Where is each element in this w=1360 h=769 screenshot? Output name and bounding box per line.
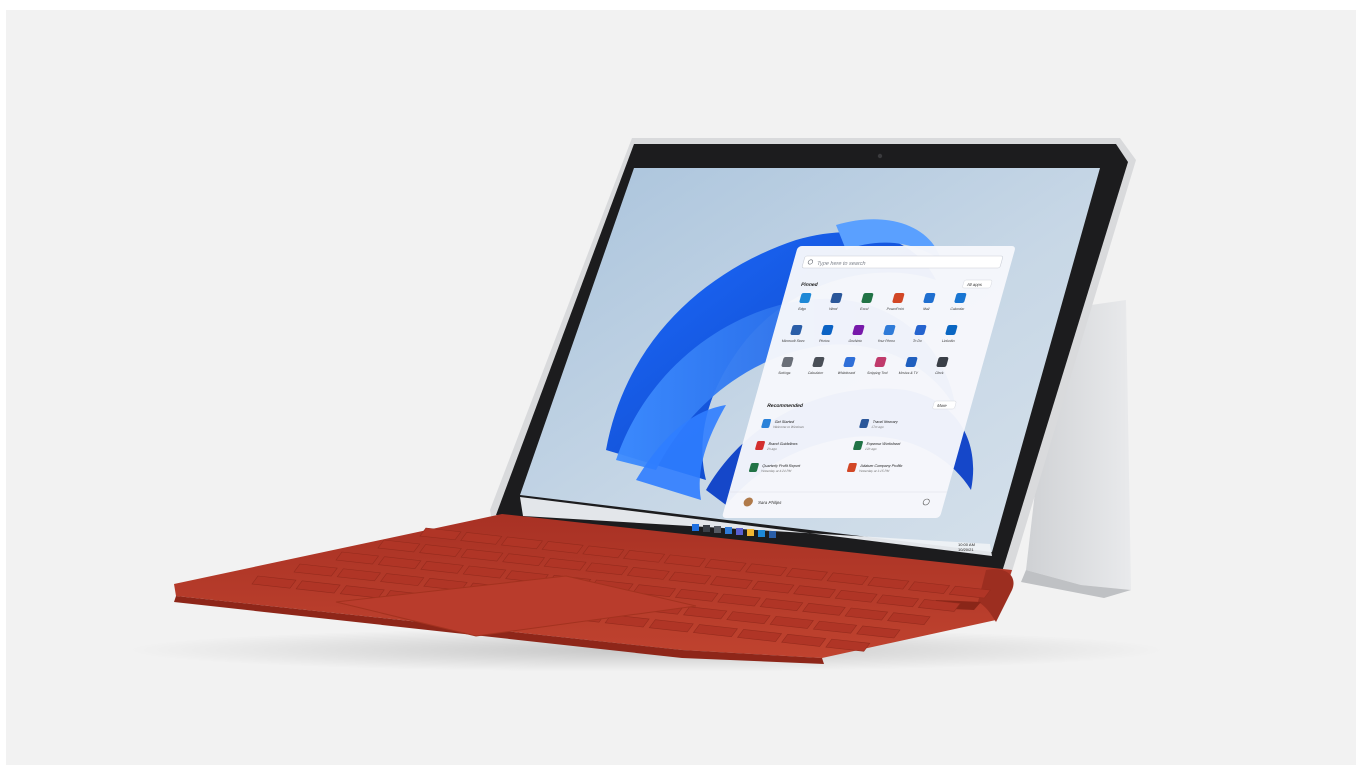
app-label: Word	[829, 307, 838, 311]
chat-icon[interactable]	[736, 528, 743, 535]
recommended-title: Adatum Company Profile	[860, 463, 903, 468]
recommended-title: Travel Itinerary	[872, 419, 899, 424]
app-label: Snipping Tool	[867, 371, 889, 375]
app-label: Movies & TV	[898, 371, 919, 375]
clock-date: 10/20/21	[958, 547, 974, 552]
recommended-title: Get Started	[774, 419, 795, 424]
app-label: Settings	[778, 371, 792, 375]
front-camera	[877, 153, 883, 159]
recommended-label: Recommended	[766, 403, 803, 409]
recommended-subtitle: Welcome to Windows	[773, 425, 805, 429]
all-apps-label: All apps	[966, 282, 982, 287]
edge-taskbar-icon[interactable]	[758, 530, 765, 537]
app-label: Excel	[860, 307, 870, 311]
recommended-subtitle: Yesterday at 4:24 PM	[760, 469, 792, 473]
start-search-placeholder: Type here to search	[816, 261, 866, 267]
recommended-subtitle: 2h ago	[767, 447, 778, 451]
file-explorer-icon[interactable]	[747, 529, 754, 536]
app-label: To Do	[912, 339, 922, 343]
pinned-label: Pinned	[800, 282, 818, 288]
recommended-subtitle: 12h ago	[865, 447, 878, 451]
app-label: OneNote	[848, 339, 863, 343]
store-taskbar-icon[interactable]	[769, 531, 776, 538]
app-label: Edge	[798, 307, 807, 311]
widgets-icon[interactable]	[725, 527, 732, 534]
app-label: Whiteboard	[837, 371, 855, 375]
user-name: Sara Philips	[757, 500, 783, 505]
app-label: Microsoft Store	[781, 339, 805, 343]
app-label: Calendar	[950, 307, 966, 311]
recommended-subtitle: 17m ago	[871, 425, 885, 429]
start-button-icon[interactable]	[692, 524, 699, 531]
product-photo: Type here to search Pinned All apps Edge…	[6, 10, 1356, 765]
taskbar-search-icon[interactable]	[703, 525, 710, 532]
recommended-title: Brand Guidelines	[768, 441, 798, 446]
app-label: Calculator	[807, 371, 824, 375]
app-label: Photos	[818, 339, 830, 343]
app-label: Clock	[935, 371, 945, 375]
app-label: LinkedIn	[941, 339, 955, 343]
task-view-icon[interactable]	[714, 526, 721, 533]
surface-device-illustration: Type here to search Pinned All apps Edge…	[126, 138, 1166, 672]
recommended-title: Quarterly Profit Report	[762, 463, 802, 468]
recommended-title: Expense Worksheet	[866, 441, 902, 446]
app-label: Your Phone	[877, 339, 896, 343]
app-label: PowerPoint	[886, 307, 904, 311]
recommended-subtitle: Yesterday at 1:15 PM	[858, 469, 890, 473]
